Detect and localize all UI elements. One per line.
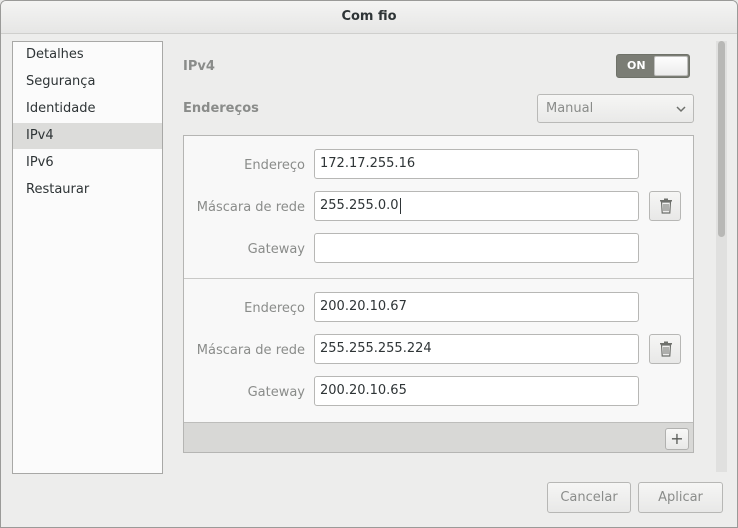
address-field[interactable]: 172.17.255.16 bbox=[314, 149, 639, 179]
settings-sidebar: Detalhes Segurança Identidade IPv4 IPv6 … bbox=[12, 41, 163, 474]
text-cursor bbox=[399, 197, 401, 214]
address-field[interactable]: 200.20.10.67 bbox=[314, 292, 639, 322]
apply-button[interactable]: Aplicar bbox=[638, 482, 723, 513]
plus-icon: + bbox=[670, 429, 684, 448]
trash-icon bbox=[660, 341, 672, 357]
netmask-field[interactable]: 255.255.255.224 bbox=[314, 334, 639, 364]
netmask-value: 255.255.0.0 bbox=[320, 198, 399, 213]
netmask-label: Máscara de rede bbox=[196, 343, 305, 358]
trash-icon bbox=[660, 198, 672, 214]
sidebar-item-security[interactable]: Segurança bbox=[13, 69, 162, 95]
netmask-field[interactable]: 255.255.0.0 bbox=[314, 191, 639, 221]
entry-divider bbox=[184, 278, 693, 279]
netmask-label: Máscara de rede bbox=[196, 200, 305, 215]
gateway-field[interactable]: 200.20.10.65 bbox=[314, 376, 639, 406]
address-method-dropdown[interactable]: Manual bbox=[537, 94, 694, 123]
gateway-label: Gateway bbox=[247, 242, 305, 257]
sidebar-item-identity[interactable]: Identidade bbox=[13, 96, 162, 122]
add-address-button[interactable]: + bbox=[665, 428, 689, 450]
ipv4-section-label: IPv4 bbox=[183, 59, 215, 74]
connection-settings-window: Com fio Detalhes Segurança Identidade IP… bbox=[0, 0, 738, 528]
addresses-panel: Endereço 172.17.255.16 Máscara de rede 2… bbox=[183, 135, 694, 453]
sidebar-item-details[interactable]: Detalhes bbox=[13, 42, 162, 68]
address-method-value: Manual bbox=[546, 101, 594, 116]
sidebar-item-reset[interactable]: Restaurar bbox=[13, 177, 162, 203]
scrollbar-thumb[interactable] bbox=[718, 41, 725, 237]
toggle-on-label: ON bbox=[627, 59, 646, 72]
vertical-scrollbar[interactable] bbox=[716, 41, 727, 472]
toggle-knob[interactable] bbox=[654, 56, 688, 76]
address-label: Endereço bbox=[244, 158, 305, 173]
cancel-button[interactable]: Cancelar bbox=[547, 482, 631, 513]
window-title: Com fio bbox=[1, 1, 737, 34]
gateway-label: Gateway bbox=[247, 385, 305, 400]
delete-address-button[interactable] bbox=[649, 191, 681, 221]
address-label: Endereço bbox=[244, 301, 305, 316]
addresses-label: Endereços bbox=[183, 101, 259, 116]
chevron-down-icon bbox=[676, 106, 686, 113]
sidebar-item-ipv4[interactable]: IPv4 bbox=[13, 123, 162, 149]
gateway-field[interactable] bbox=[314, 233, 639, 263]
ipv4-toggle-switch[interactable]: ON bbox=[616, 54, 690, 78]
delete-address-button[interactable] bbox=[649, 334, 681, 364]
sidebar-item-ipv6[interactable]: IPv6 bbox=[13, 150, 162, 176]
addresses-toolbar: + bbox=[184, 422, 693, 452]
